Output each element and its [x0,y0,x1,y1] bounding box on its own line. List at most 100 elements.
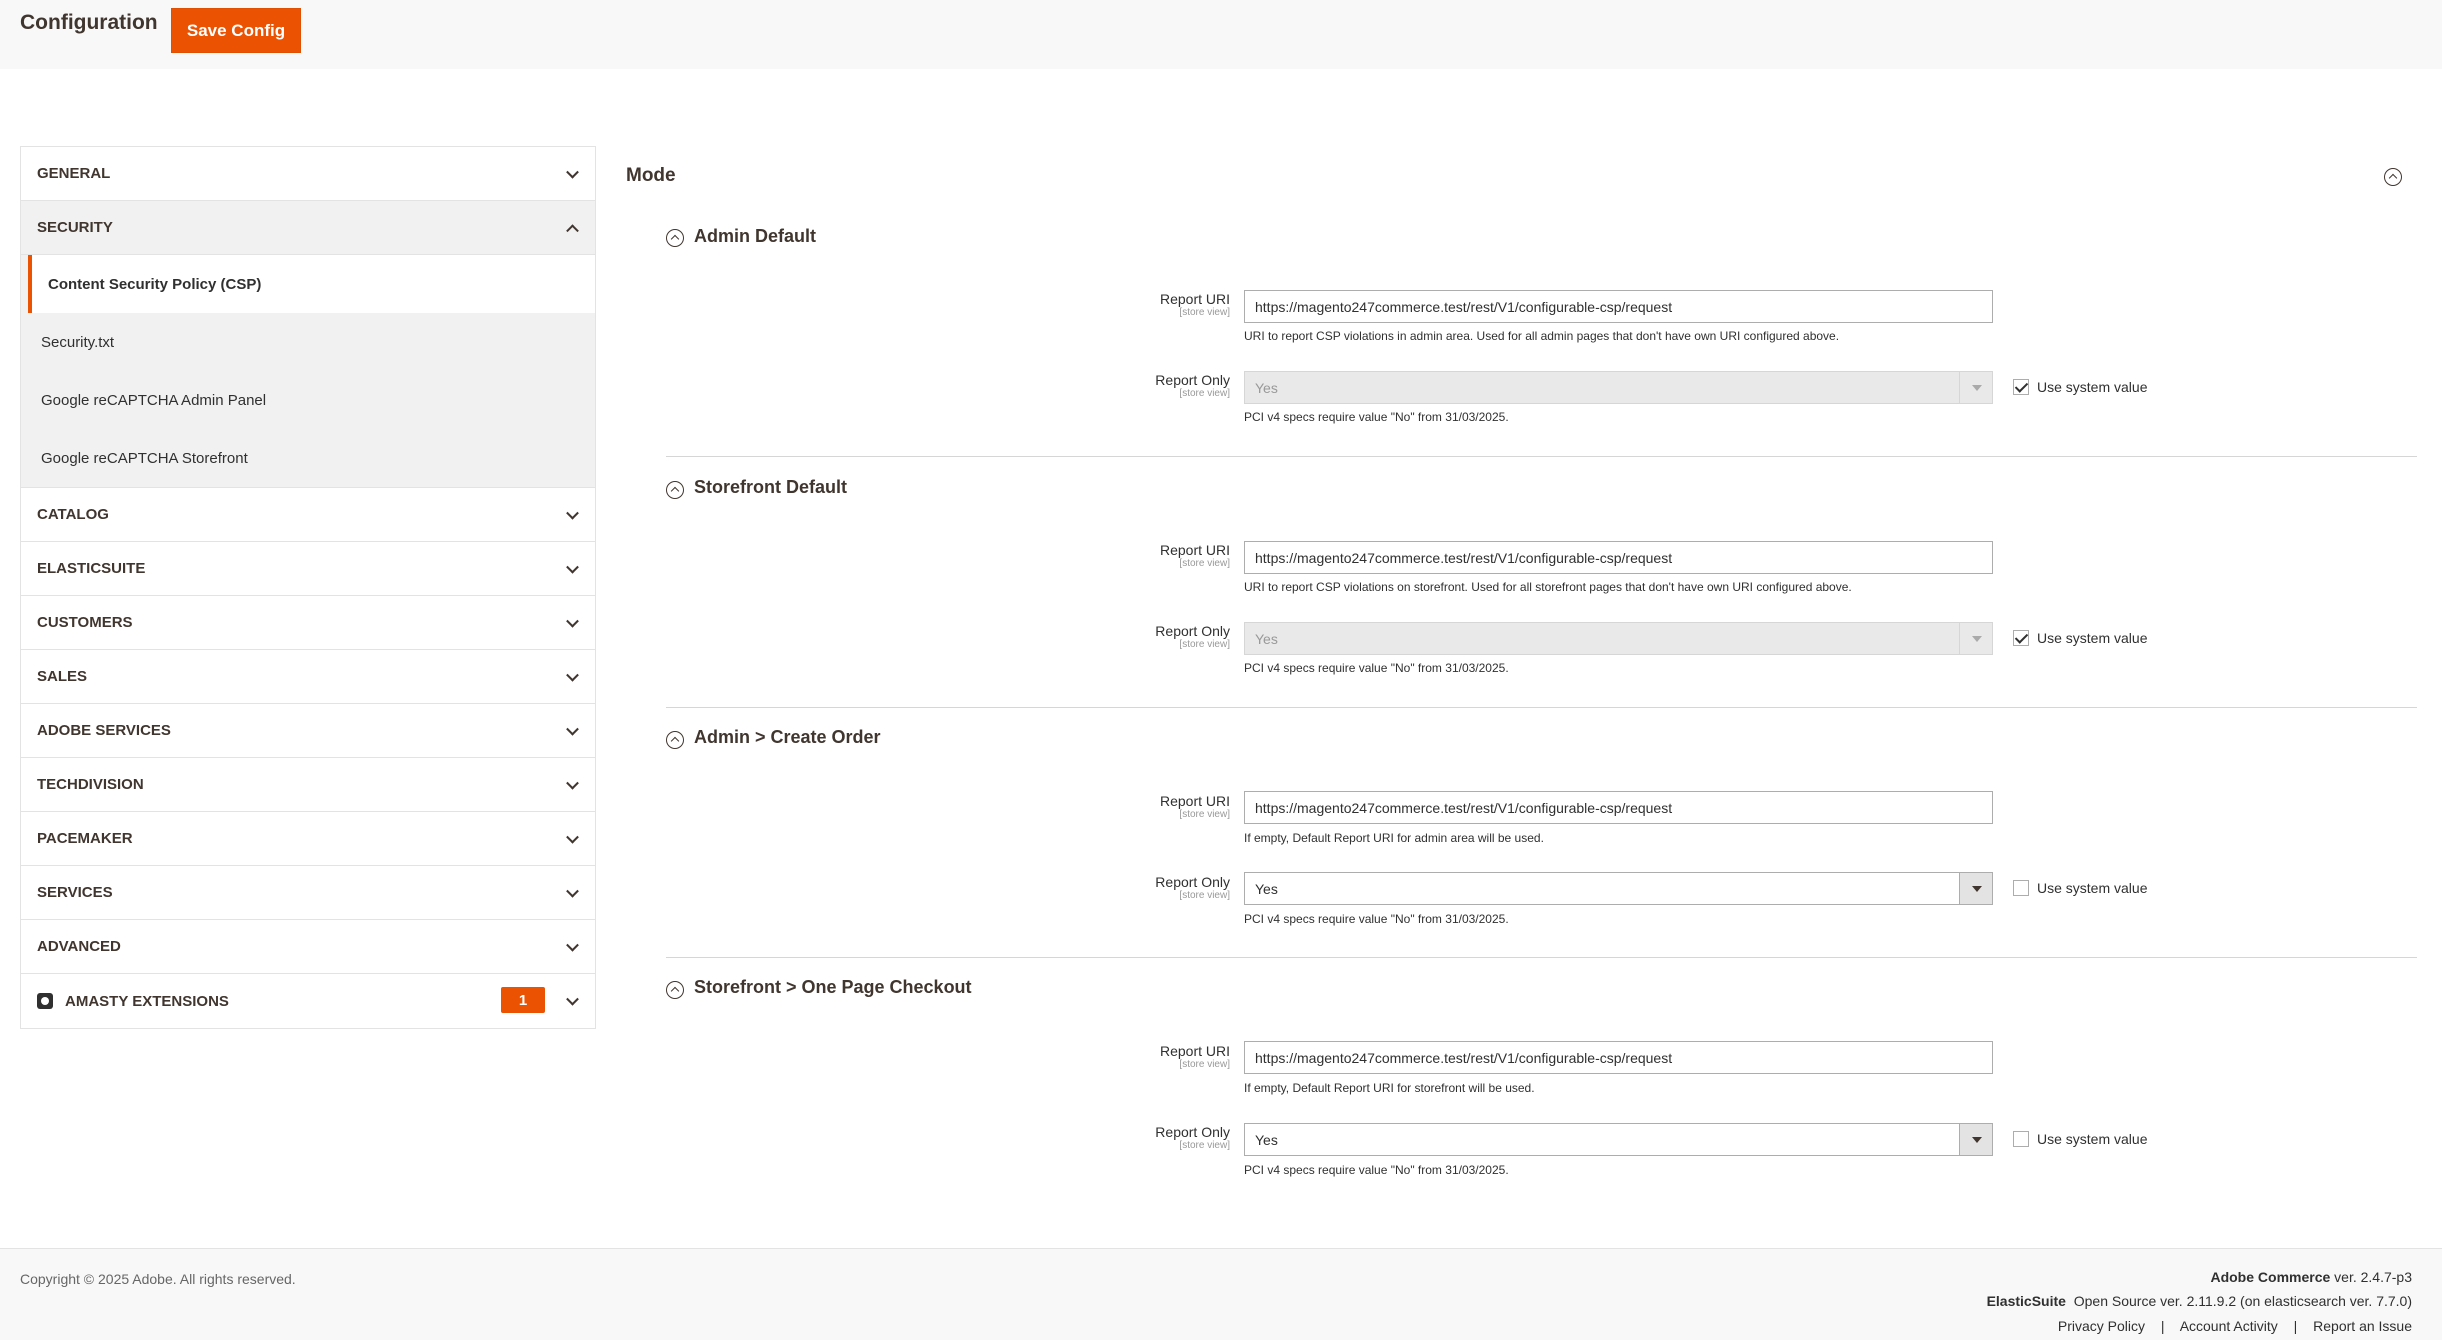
footer-separator: | [2293,1318,2298,1334]
sidebar-item-recaptcha-admin[interactable]: Google reCAPTCHA Admin Panel [21,371,595,429]
checkbox-label: Use system value [2037,880,2148,896]
report-uri-input[interactable]: https://magento247commerce.test/rest/V1/… [1244,541,1993,574]
collapse-group-icon[interactable] [666,731,684,749]
scope-label: [store view] [1179,558,1230,569]
privacy-policy-link[interactable]: Privacy Policy [2058,1318,2145,1334]
report-only-select[interactable]: Yes [1244,1123,1993,1156]
product-version-text: ver. 2.4.7-p3 [2334,1269,2412,1285]
collapse-group-icon[interactable] [666,981,684,999]
collapse-mode-icon[interactable] [2384,168,2402,186]
checkbox-label: Use system value [2037,1131,2148,1147]
section-techdivision[interactable]: TECHDIVISION [21,758,595,812]
scope-label: [store view] [1179,890,1230,901]
field-note: PCI v4 specs require value "No" from 31/… [1244,661,1509,675]
group-title-admin-create-order[interactable]: Admin > Create Order [694,727,881,748]
section-general[interactable]: GENERAL [21,147,595,201]
scope-label: [store view] [1179,639,1230,650]
checkbox-unchecked-icon [2013,880,2029,896]
section-sales[interactable]: SALES [21,650,595,704]
section-label: CATALOG [37,506,109,523]
section-label: CUSTOMERS [37,614,133,631]
report-uri-label: Report URI [1159,1043,1230,1059]
section-security[interactable]: SECURITY [21,201,595,255]
section-elasticsuite[interactable]: ELASTICSUITE [21,542,595,596]
chevron-down-icon [566,668,579,682]
report-uri-label: Report URI [1159,542,1230,558]
section-label: GENERAL [37,165,111,182]
checkbox-label: Use system value [2037,630,2148,646]
section-pacemaker[interactable]: PACEMAKER [21,812,595,866]
elasticsuite-version: ElasticSuite Open Source ver. 2.11.9.2 (… [1987,1293,2412,1309]
section-label: SECURITY [37,219,113,236]
use-system-value-checkbox[interactable]: Use system value [2013,379,2147,395]
scope-label: [store view] [1179,1059,1230,1070]
report-only-label: Report Only [1155,372,1230,388]
section-label: PACEMAKER [37,830,133,847]
security-submenu: Content Security Policy (CSP) Security.t… [21,255,595,488]
sidebar-item-csp[interactable]: Content Security Policy (CSP) [28,255,595,313]
chevron-down-icon [566,884,579,898]
copyright-text: Copyright © 2025 Adobe. All rights reser… [20,1271,296,1287]
group-title-storefront-checkout[interactable]: Storefront > One Page Checkout [694,977,972,998]
product-version: Adobe Commerce ver. 2.4.7-p3 [2210,1269,2412,1285]
es-version-text: Open Source ver. 2.11.9.2 (on elasticsea… [2073,1293,2412,1309]
collapse-group-icon[interactable] [666,229,684,247]
section-catalog[interactable]: CATALOG [21,488,595,542]
section-label: ADVANCED [37,938,121,955]
section-customers[interactable]: CUSTOMERS [21,596,595,650]
group-title-admin-default[interactable]: Admin Default [694,226,816,247]
report-uri-input[interactable]: https://magento247commerce.test/rest/V1/… [1244,1041,1993,1074]
page-header: Configuration Save Config [0,0,2442,69]
report-only-select[interactable]: Yes [1244,622,1993,655]
section-label: SALES [37,668,88,685]
report-only-select[interactable]: Yes [1244,371,1993,404]
footer-separator: | [2160,1318,2165,1334]
use-system-value-checkbox[interactable]: Use system value [2013,1131,2147,1147]
section-amasty-extensions[interactable]: AMASTY EXTENSIONS 1 [21,974,595,1028]
mode-section-title[interactable]: Mode [626,165,676,187]
use-system-value-checkbox[interactable]: Use system value [2013,630,2147,646]
save-config-button[interactable]: Save Config [171,8,301,53]
report-uri-label: Report URI [1159,793,1230,809]
chevron-down-icon [566,938,579,952]
account-activity-link[interactable]: Account Activity [2180,1318,2278,1334]
section-label: ELASTICSUITE [37,560,146,577]
chevron-down-icon [566,614,579,628]
checkbox-label: Use system value [2037,379,2148,395]
report-uri-label: Report URI [1159,291,1230,307]
collapse-group-icon[interactable] [666,481,684,499]
scope-label: [store view] [1179,809,1230,820]
chevron-down-icon [566,165,579,179]
field-note: PCI v4 specs require value "No" from 31/… [1244,1163,1509,1177]
sidebar-item-recaptcha-storefront[interactable]: Google reCAPTCHA Storefront [21,429,595,487]
page-footer: Copyright © 2025 Adobe. All rights reser… [0,1248,2442,1340]
select-value: Yes [1255,1131,1278,1148]
report-issue-link[interactable]: Report an Issue [2313,1318,2412,1334]
report-only-label: Report Only [1155,623,1230,639]
report-only-select[interactable]: Yes [1244,872,1993,905]
checkbox-checked-icon [2013,630,2029,646]
sidebar-item-security-txt[interactable]: Security.txt [21,313,595,371]
field-note: URI to report CSP violations on storefro… [1244,580,1852,594]
field-note: PCI v4 specs require value "No" from 31/… [1244,912,1509,926]
chevron-down-icon [566,722,579,736]
select-value: Yes [1255,880,1278,897]
section-label: SERVICES [37,884,113,901]
field-note: If empty, Default Report URI for admin a… [1244,831,1544,845]
chevron-up-icon [566,223,579,237]
notification-badge: 1 [501,987,545,1013]
section-services[interactable]: SERVICES [21,866,595,920]
report-only-label: Report Only [1155,1124,1230,1140]
group-title-storefront-default[interactable]: Storefront Default [694,477,847,498]
amasty-logo-icon [37,993,53,1009]
section-label: TECHDIVISION [37,776,144,793]
section-advanced[interactable]: ADVANCED [21,920,595,974]
report-uri-input[interactable]: https://magento247commerce.test/rest/V1/… [1244,791,1993,824]
footer-links: Privacy Policy | Account Activity | Repo… [2058,1318,2412,1334]
use-system-value-checkbox[interactable]: Use system value [2013,880,2147,896]
chevron-down-icon [566,992,579,1006]
checkbox-checked-icon [2013,379,2029,395]
section-adobe-services[interactable]: ADOBE SERVICES [21,704,595,758]
report-uri-input[interactable]: https://magento247commerce.test/rest/V1/… [1244,290,1993,323]
field-note: PCI v4 specs require value "No" from 31/… [1244,410,1509,424]
